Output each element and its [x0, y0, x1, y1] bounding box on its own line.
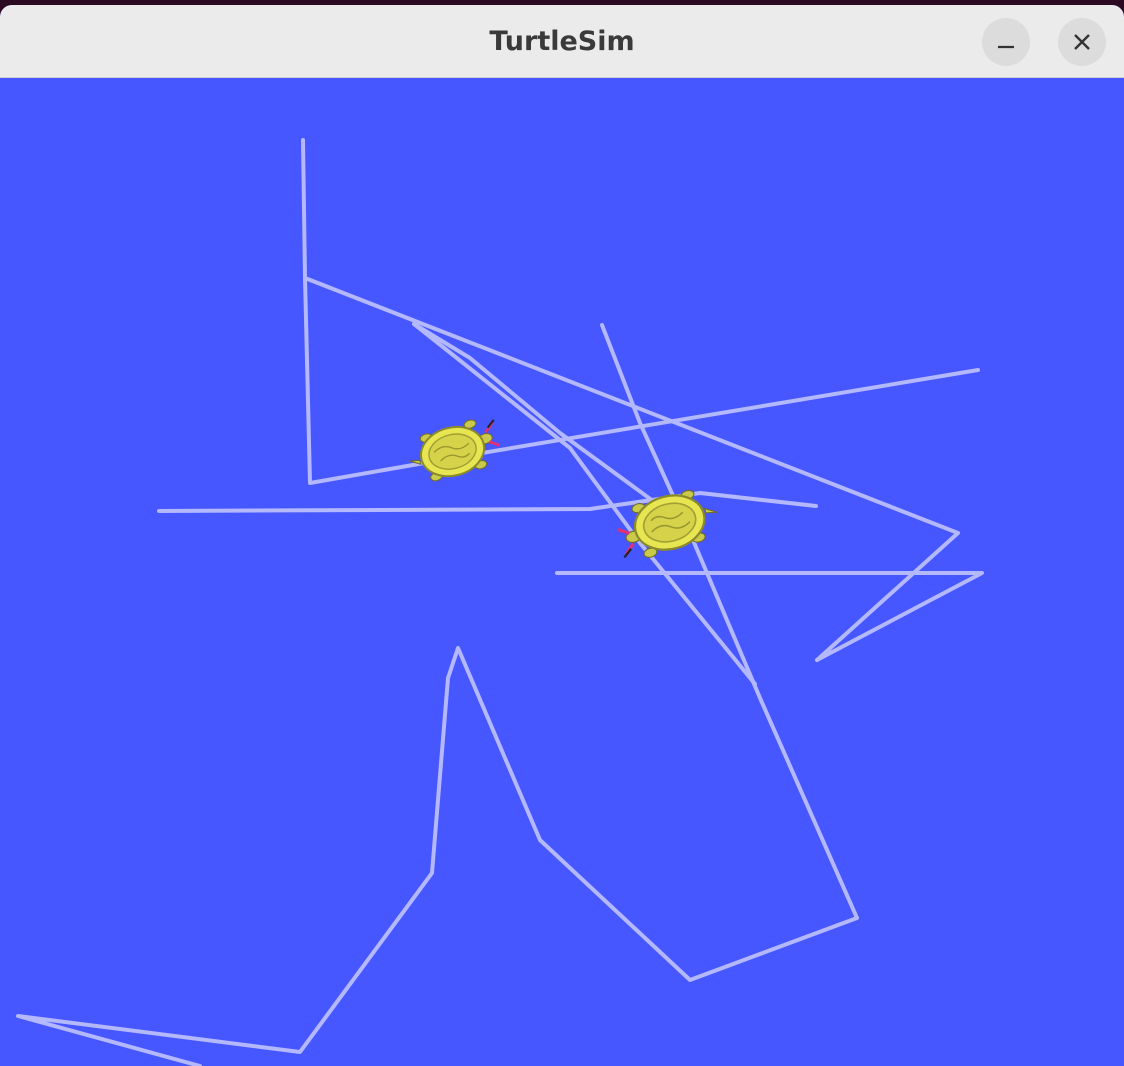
title-bar[interactable]: TurtleSim — [0, 5, 1124, 78]
close-button[interactable] — [1058, 18, 1106, 66]
turtle-canvas[interactable] — [0, 78, 1124, 1066]
turtlesim-window: TurtleSim — [0, 5, 1124, 1066]
turtle-2[interactable] — [612, 476, 722, 566]
turtle-icon — [617, 489, 718, 559]
minimize-icon — [998, 45, 1014, 49]
minimize-button[interactable] — [982, 18, 1030, 66]
close-icon — [1074, 34, 1090, 50]
pen-trails — [16, 138, 984, 1066]
pen-trail — [555, 571, 984, 662]
turtle-icon — [409, 419, 500, 482]
pen-trail — [303, 276, 960, 662]
turtle-1[interactable] — [405, 413, 505, 493]
window-title: TurtleSim — [489, 26, 635, 57]
